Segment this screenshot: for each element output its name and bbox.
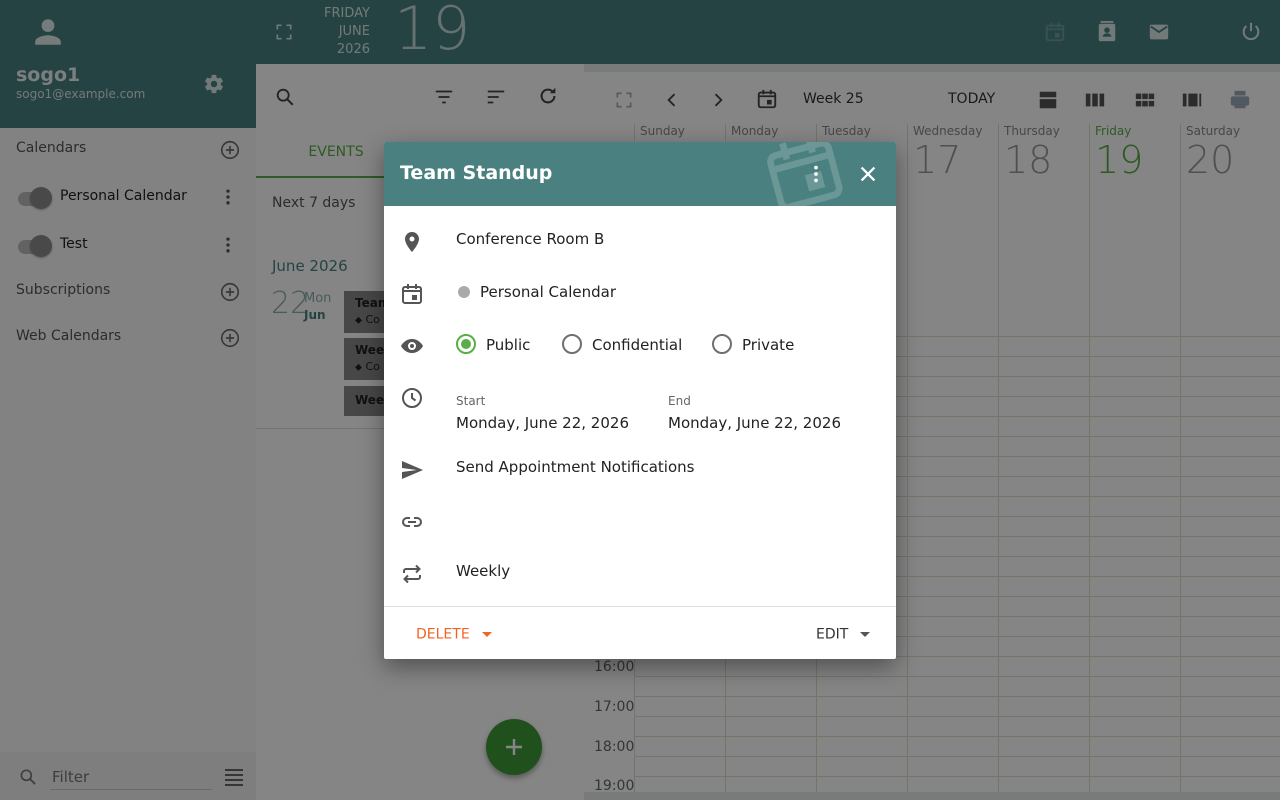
privacy-label: Confidential xyxy=(592,336,683,354)
dropdown-icon xyxy=(481,631,493,639)
link-icon xyxy=(400,510,424,534)
dialog-title: Team Standup xyxy=(400,162,553,184)
end-label: End xyxy=(668,394,691,408)
visibility-icon xyxy=(400,334,424,358)
delete-button[interactable]: DELETE xyxy=(416,624,493,644)
calendar-watermark-icon xyxy=(764,142,844,212)
end-value: Monday, June 22, 2026 xyxy=(668,414,841,432)
privacy-label: Public xyxy=(486,336,531,354)
privacy-label: Private xyxy=(742,336,795,354)
edit-button[interactable]: EDIT xyxy=(816,624,871,644)
privacy-radio-confidential[interactable] xyxy=(562,334,582,354)
kebab-icon[interactable] xyxy=(805,163,827,185)
start-label: Start xyxy=(456,394,486,408)
event-dialog: Team Standup Conference Room B Personal … xyxy=(384,142,896,659)
event-calendar: Personal Calendar xyxy=(480,283,616,301)
edit-label: EDIT xyxy=(816,626,849,643)
send-icon xyxy=(400,458,424,482)
privacy-radio-public[interactable] xyxy=(456,334,476,354)
calendar-color-dot xyxy=(458,286,470,298)
dropdown-icon xyxy=(859,631,871,639)
location-icon xyxy=(400,230,424,254)
privacy-radio-private[interactable] xyxy=(712,334,732,354)
delete-label: DELETE xyxy=(416,626,470,643)
repeat-value: Weekly xyxy=(456,562,511,580)
clock-icon xyxy=(400,386,424,410)
event-location: Conference Room B xyxy=(456,230,605,248)
notifications-text: Send Appointment Notifications xyxy=(456,458,695,476)
close-icon[interactable] xyxy=(857,163,879,185)
divider xyxy=(384,606,896,607)
start-value: Monday, June 22, 2026 xyxy=(456,414,629,432)
dialog-header: Team Standup xyxy=(384,142,896,211)
calendar-icon xyxy=(400,282,424,306)
repeat-icon xyxy=(400,562,424,586)
